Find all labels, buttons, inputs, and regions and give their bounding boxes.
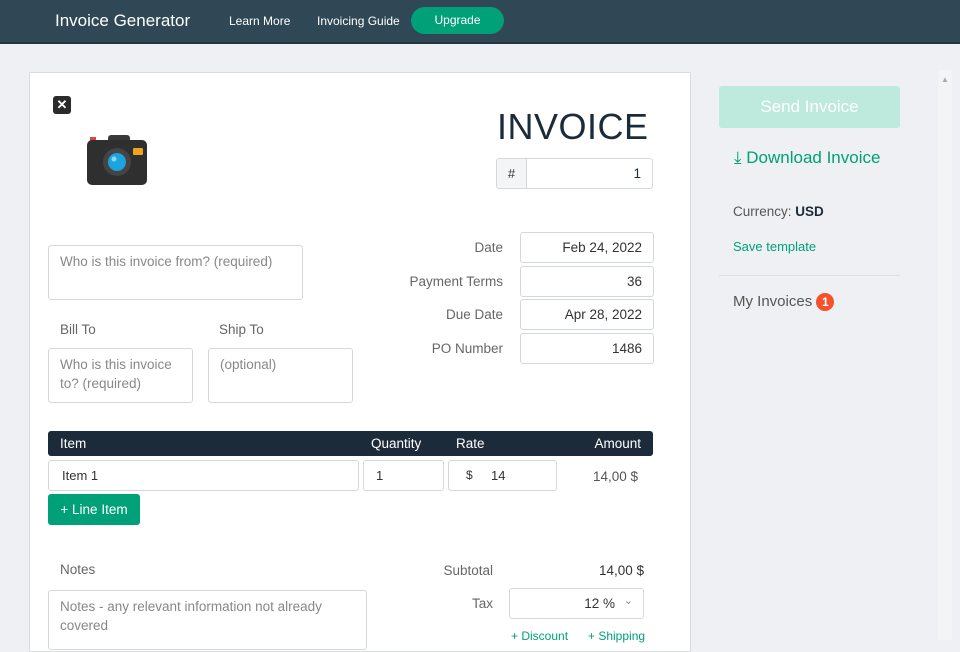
scrollbar[interactable]: ▲ (938, 70, 952, 640)
item-rate-input[interactable]: $ 14 (448, 460, 557, 491)
invoice-number-prefix: # (496, 158, 527, 189)
brand-logo[interactable]: Invoice Generator (55, 11, 190, 31)
payment-terms-label: Payment Terms (409, 274, 503, 289)
chevron-down-icon: ⌄ (623, 595, 633, 607)
due-date-label: Due Date (445, 307, 503, 322)
subtotal-value: 14,00 $ (598, 563, 644, 578)
currency-label: Currency: (733, 204, 792, 219)
header-rate: Rate (456, 436, 485, 451)
download-label: Download Invoice (746, 148, 881, 167)
bill-to-input[interactable]: Who is this invoice to? (required) (48, 348, 193, 403)
item-amount: 14,00 $ (592, 469, 638, 484)
ship-to-input[interactable]: (optional) (208, 348, 353, 403)
notes-input[interactable]: Notes - any relevant information not alr… (48, 590, 367, 650)
payment-terms-input[interactable]: 36 (520, 266, 654, 297)
notes-label: Notes (60, 562, 96, 577)
my-invoices-link[interactable]: My Invoices 1 (733, 293, 835, 311)
camera-logo-icon[interactable] (86, 135, 148, 187)
from-input[interactable]: Who is this invoice from? (required) (48, 245, 303, 300)
invoicing-guide-link[interactable]: Invoicing Guide (317, 14, 400, 28)
currency-row[interactable]: Currency: USD (733, 204, 824, 219)
learn-more-link[interactable]: Learn More (229, 14, 290, 28)
download-invoice-button[interactable]: ⤓ Download Invoice (734, 148, 880, 168)
header-amount: Amount (594, 436, 641, 451)
add-line-item-button[interactable]: + Line Item (48, 494, 140, 525)
header-item: Item (60, 436, 87, 451)
due-date-input[interactable]: Apr 28, 2022 (520, 299, 654, 330)
po-number-label: PO Number (431, 341, 503, 356)
currency-value: USD (795, 204, 824, 219)
date-input[interactable]: Feb 24, 2022 (520, 232, 654, 263)
invoice-title: INVOICE (497, 106, 649, 147)
tax-select[interactable]: 12 % ⌄ (509, 588, 644, 619)
sidebar-divider (719, 275, 900, 276)
upgrade-button[interactable]: Upgrade (411, 7, 504, 34)
download-icon: ⤓ (734, 148, 742, 167)
invoice-number-input[interactable]: 1 (526, 158, 653, 189)
item-description-input[interactable]: Item 1 (48, 460, 359, 491)
header-quantity: Quantity (371, 436, 422, 451)
tax-label: Tax (471, 596, 493, 611)
send-invoice-button[interactable]: Send Invoice (719, 86, 900, 128)
add-shipping-link[interactable]: + Shipping (588, 629, 645, 643)
top-nav: Invoice Generator Learn More Invoicing G… (0, 0, 960, 44)
bill-to-label: Bill To (60, 322, 96, 337)
my-invoices-label: My Invoices (733, 293, 813, 310)
item-quantity-input[interactable]: 1 (363, 460, 444, 491)
rate-value: 14 (491, 468, 506, 483)
save-template-link[interactable]: Save template (733, 239, 816, 254)
subtotal-label: Subtotal (443, 563, 493, 578)
tax-value: 12 % (584, 596, 615, 611)
po-number-input[interactable]: 1486 (520, 333, 654, 364)
line-items-header: Item Quantity Rate Amount (48, 431, 653, 456)
rate-currency: $ (466, 468, 473, 482)
date-label: Date (474, 240, 503, 255)
ship-to-label: Ship To (219, 322, 264, 337)
my-invoices-badge: 1 (816, 293, 835, 311)
add-discount-link[interactable]: + Discount (511, 629, 568, 643)
scroll-up-icon[interactable]: ▲ (938, 75, 952, 84)
remove-logo-close-icon[interactable]: ✕ (53, 96, 71, 114)
